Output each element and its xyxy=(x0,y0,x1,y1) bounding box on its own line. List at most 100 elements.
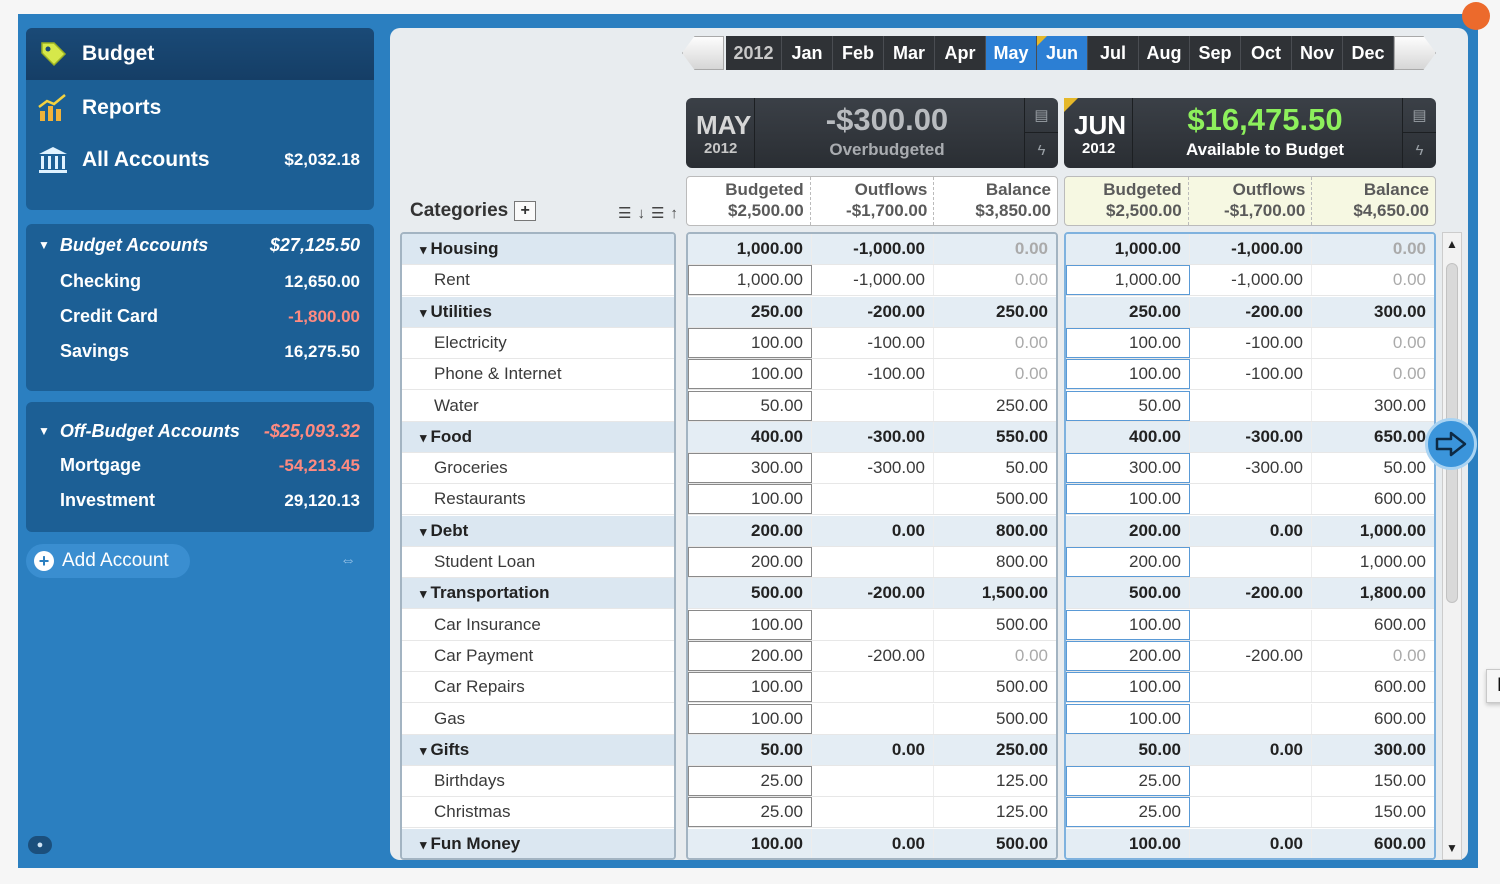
budgeted-cell[interactable]: 1,000.00 xyxy=(1066,234,1190,264)
budgeted-cell[interactable]: 200.00 xyxy=(1066,547,1190,577)
budgeted-cell[interactable]: 200.00 xyxy=(688,515,812,546)
month-aug[interactable]: Aug xyxy=(1139,36,1190,70)
month-sep[interactable]: Sep xyxy=(1190,36,1241,70)
budgeted-cell[interactable]: 200.00 xyxy=(1066,515,1190,546)
account-mortgage[interactable]: Mortgage -54,213.45 xyxy=(26,448,374,483)
budgeted-cell[interactable]: 100.00 xyxy=(1066,703,1190,734)
budgeted-cell[interactable]: 400.00 xyxy=(1066,421,1190,452)
category-christmas[interactable]: Christmas xyxy=(402,797,674,829)
budgeted-cell[interactable]: 100.00 xyxy=(688,609,812,640)
budgeted-cell[interactable]: 100.00 xyxy=(1066,609,1190,640)
nav-budget[interactable]: Budget xyxy=(26,28,374,80)
category-birthdays[interactable]: Birthdays xyxy=(402,766,674,798)
collapse-icon[interactable]: ▼ xyxy=(38,238,50,252)
add-category-button[interactable]: + xyxy=(514,201,537,221)
account-savings[interactable]: Savings 16,275.50 xyxy=(26,334,374,369)
next-arrow-button[interactable] xyxy=(1425,418,1477,470)
month-apr[interactable]: Apr xyxy=(935,36,986,70)
nav-reports[interactable]: Reports xyxy=(26,82,374,134)
nav-all-accounts[interactable]: All Accounts $2,032.18 xyxy=(26,134,374,186)
collapse-icon[interactable]: ▼ xyxy=(38,424,50,438)
budgeted-cell[interactable]: 50.00 xyxy=(688,734,812,765)
previous-month-button[interactable] xyxy=(682,36,724,70)
budgeted-cell[interactable]: 250.00 xyxy=(688,296,812,327)
month-nov[interactable]: Nov xyxy=(1292,36,1343,70)
budgeted-cell[interactable]: 50.00 xyxy=(688,390,812,421)
category-gas[interactable]: Gas xyxy=(402,704,674,735)
category-car-payment[interactable]: Car Payment xyxy=(402,641,674,672)
month-jan[interactable]: Jan xyxy=(782,36,833,70)
category-group-food[interactable]: Food xyxy=(402,421,674,453)
budgeted-cell[interactable]: 1,000.00 xyxy=(688,265,812,296)
account-checking[interactable]: Checking 12,650.00 xyxy=(26,264,374,299)
category-student-loan[interactable]: Student Loan xyxy=(402,547,674,578)
budgeted-cell[interactable]: 100.00 xyxy=(1066,672,1190,703)
budgeted-cell[interactable]: 25.00 xyxy=(688,766,812,797)
budgeted-cell[interactable]: 100.00 xyxy=(688,359,812,390)
budgeted-cell[interactable]: 25.00 xyxy=(688,797,812,828)
category-group-transportation[interactable]: Transportation xyxy=(402,578,674,610)
budgeted-cell[interactable]: 100.00 xyxy=(688,672,812,703)
scroll-down-icon[interactable]: ▼ xyxy=(1443,841,1461,855)
budgeted-cell[interactable]: 300.00 xyxy=(1066,453,1190,484)
month-may[interactable]: May xyxy=(986,36,1037,70)
budgeted-cell[interactable]: 50.00 xyxy=(1066,390,1190,421)
category-restaurants[interactable]: Restaurants xyxy=(402,484,674,516)
budgeted-cell[interactable]: 100.00 xyxy=(1066,484,1190,515)
month-feb[interactable]: Feb xyxy=(833,36,884,70)
month-oct[interactable]: Oct xyxy=(1241,36,1292,70)
budgeted-cell[interactable]: 100.00 xyxy=(688,828,812,858)
note-icon[interactable]: ▤ xyxy=(1402,98,1436,133)
note-icon[interactable]: ▤ xyxy=(1024,98,1058,133)
sort-icons[interactable]: ☰↓☰↑ xyxy=(618,204,684,222)
resize-handle-icon[interactable]: ⇔ xyxy=(340,552,356,570)
account-credit-card[interactable]: Credit Card -1,800.00 xyxy=(26,299,374,334)
category-car-insurance[interactable]: Car Insurance xyxy=(402,610,674,641)
category-car-repairs[interactable]: Car Repairs xyxy=(402,672,674,704)
category-electricity[interactable]: Electricity xyxy=(402,328,674,359)
budgeted-cell[interactable]: 100.00 xyxy=(688,327,812,358)
category-group-fun-money[interactable]: Fun Money xyxy=(402,828,674,858)
next-month-button[interactable] xyxy=(1394,36,1436,70)
category-groceries[interactable]: Groceries xyxy=(402,453,674,485)
month-dec[interactable]: Dec xyxy=(1343,36,1394,70)
budgeted-cell[interactable]: 100.00 xyxy=(1066,327,1190,358)
month-mar[interactable]: Mar xyxy=(884,36,935,70)
category-water[interactable]: Water xyxy=(402,391,674,422)
category-group-housing[interactable]: Housing xyxy=(402,234,674,265)
budgeted-cell[interactable]: 200.00 xyxy=(688,640,812,671)
category-group-gifts[interactable]: Gifts xyxy=(402,734,674,766)
budgeted-cell[interactable]: 200.00 xyxy=(688,547,812,577)
budgeted-cell[interactable]: 25.00 xyxy=(1066,797,1190,828)
month-jun[interactable]: Jun xyxy=(1037,36,1088,70)
category-group-utilities[interactable]: Utilities xyxy=(402,296,674,328)
budgeted-cell[interactable]: 50.00 xyxy=(1066,734,1190,765)
budgeted-cell[interactable]: 100.00 xyxy=(1066,359,1190,390)
cloud-sync-icon[interactable]: ● xyxy=(28,836,52,854)
category-rent[interactable]: Rent xyxy=(402,265,674,297)
flash-icon[interactable]: ϟ xyxy=(1024,133,1058,168)
budget-accounts-header[interactable]: ▼ Budget Accounts $27,125.50 xyxy=(26,228,374,262)
add-account-button[interactable]: + Add Account xyxy=(26,544,190,578)
budgeted-cell[interactable]: 500.00 xyxy=(1066,578,1190,609)
category-phone-internet[interactable]: Phone & Internet xyxy=(402,359,674,391)
budgeted-cell[interactable]: 1,000.00 xyxy=(688,234,812,264)
vertical-scrollbar[interactable]: ▲ ▼ xyxy=(1442,232,1462,860)
budgeted-cell[interactable]: 1,000.00 xyxy=(1066,265,1190,296)
notification-dot[interactable] xyxy=(1462,2,1490,30)
month-jul[interactable]: Jul xyxy=(1088,36,1139,70)
scroll-up-icon[interactable]: ▲ xyxy=(1443,237,1461,251)
account-investment[interactable]: Investment 29,120.13 xyxy=(26,483,374,518)
category-group-debt[interactable]: Debt xyxy=(402,515,674,547)
budgeted-cell[interactable]: 100.00 xyxy=(1066,828,1190,858)
budgeted-cell[interactable]: 100.00 xyxy=(688,703,812,734)
budgeted-cell[interactable]: 100.00 xyxy=(688,484,812,515)
budgeted-cell[interactable]: 200.00 xyxy=(1066,640,1190,671)
budgeted-cell[interactable]: 400.00 xyxy=(688,421,812,452)
budgeted-cell[interactable]: 25.00 xyxy=(1066,766,1190,797)
budgeted-cell[interactable]: 250.00 xyxy=(1066,296,1190,327)
flash-icon[interactable]: ϟ xyxy=(1402,133,1436,168)
budgeted-cell[interactable]: 500.00 xyxy=(688,578,812,609)
off-budget-accounts-header[interactable]: ▼ Off-Budget Accounts -$25,093.32 xyxy=(26,414,374,448)
budgeted-cell[interactable]: 300.00 xyxy=(688,453,812,484)
